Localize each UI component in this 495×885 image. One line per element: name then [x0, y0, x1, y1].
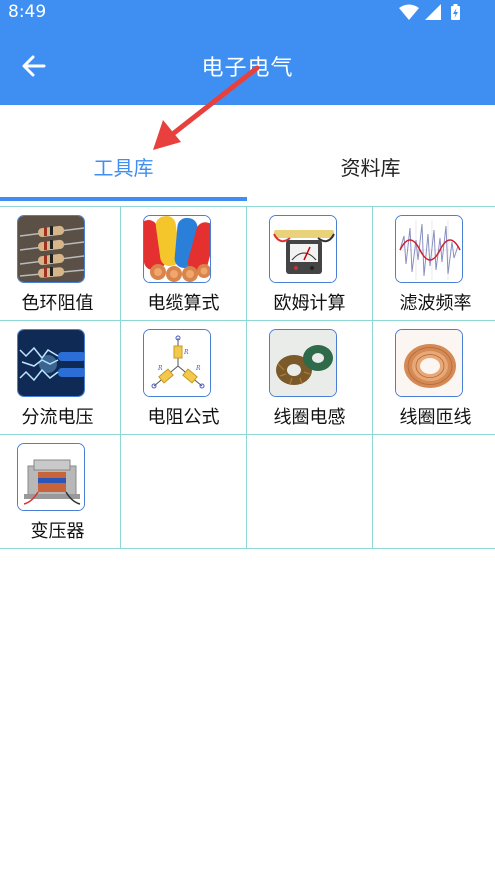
tab-materials-label: 资料库 — [340, 156, 401, 180]
transformer-icon — [17, 443, 85, 511]
tool-label: 线圈电感 — [273, 407, 346, 428]
tool-label: 分流电压 — [21, 407, 94, 428]
tool-label: 电阻公式 — [147, 407, 220, 428]
electric-arc-icon — [17, 329, 85, 397]
wifi-icon — [399, 4, 419, 20]
page-title: 电子电气 — [201, 56, 294, 81]
resistor-network-icon: R R R — [143, 329, 211, 397]
tool-coil-turns[interactable]: 线圈匝线 — [373, 321, 495, 435]
status-time: 8:49 — [8, 2, 47, 22]
tool-label: 色环阻值 — [21, 293, 94, 314]
tool-coil-inductance[interactable]: 线圈电感 — [247, 321, 372, 435]
toroid-coil-icon — [269, 329, 337, 397]
tool-label: 欧姆计算 — [273, 293, 346, 314]
tool-label: 电缆算式 — [147, 293, 220, 314]
ohmmeter-icon — [269, 215, 337, 283]
tab-bar: 工具库 资料库 — [0, 105, 495, 203]
tab-materials[interactable]: 资料库 — [247, 105, 494, 203]
svg-text:R: R — [157, 365, 163, 372]
resistor-icon — [17, 215, 85, 283]
signal-icon — [425, 4, 441, 20]
app-bar: 电子电气 — [0, 24, 495, 105]
battery-charging-icon — [451, 4, 460, 20]
tool-label: 滤波频率 — [399, 293, 472, 314]
tool-cable-formula[interactable]: 电缆算式 — [121, 207, 246, 321]
copper-coil-icon — [395, 329, 463, 397]
svg-text:R: R — [195, 365, 201, 372]
tool-color-ring-resistance[interactable]: 色环阻值 — [0, 207, 120, 321]
tool-filter-frequency[interactable]: 滤波频率 — [373, 207, 495, 321]
tool-ohm-calc[interactable]: 欧姆计算 — [247, 207, 372, 321]
tool-label: 变压器 — [30, 521, 85, 542]
tool-resistor-formula[interactable]: R R R 电阻公式 — [121, 321, 246, 435]
status-icons — [397, 3, 465, 21]
status-bar: 8:49 — [0, 0, 495, 24]
tab-tools-label: 工具库 — [93, 156, 154, 180]
waveform-icon — [395, 215, 463, 283]
tab-tools[interactable]: 工具库 — [0, 105, 247, 203]
tab-indicator — [0, 197, 247, 201]
cable-icon — [143, 215, 211, 283]
tool-transformer[interactable]: 变压器 — [0, 435, 120, 549]
svg-text:R: R — [183, 349, 189, 356]
tool-shunt-voltage[interactable]: 分流电压 — [0, 321, 120, 435]
tool-label: 线圈匝线 — [399, 407, 472, 428]
